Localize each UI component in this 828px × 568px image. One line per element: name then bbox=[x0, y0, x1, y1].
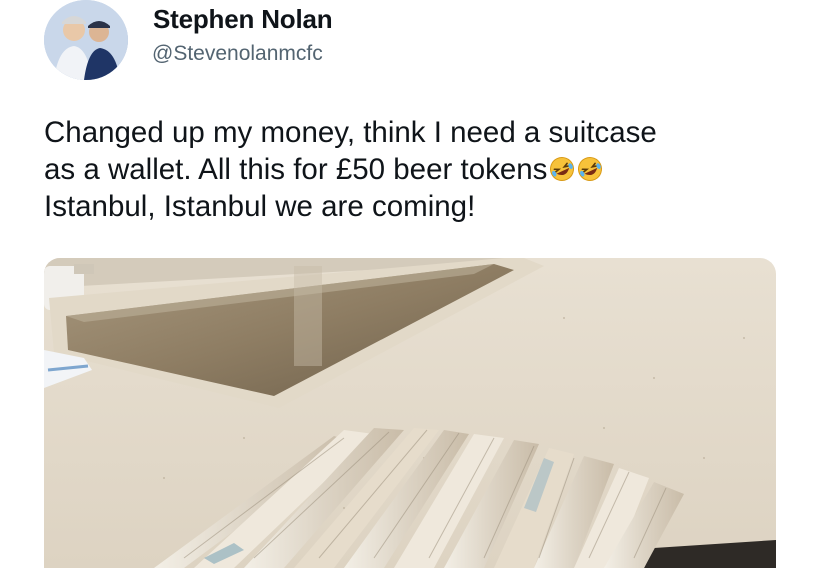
avatar[interactable] bbox=[44, 0, 128, 80]
tweet-photo[interactable] bbox=[44, 258, 776, 568]
tweet-text-line: Istanbul, Istanbul we are coming! bbox=[44, 190, 476, 223]
author-display-name[interactable]: Stephen Nolan bbox=[153, 4, 333, 35]
author-handle[interactable]: @Stevenolanmcfc bbox=[152, 42, 323, 66]
tweet-text-line: Changed up my money, think I need a suit… bbox=[44, 116, 657, 149]
rolling-on-floor-laughing-icon bbox=[578, 157, 603, 181]
profile-photo-icon bbox=[44, 0, 128, 80]
tweet-text-line: as a wallet. All this for £50 beer token… bbox=[44, 151, 804, 188]
tweet-text: Changed up my money, think I need a suit… bbox=[44, 114, 804, 225]
rolling-on-floor-laughing-icon bbox=[550, 157, 575, 181]
tweet-text-segment: as a wallet. All this for £50 beer token… bbox=[44, 153, 548, 186]
photo-banknotes-on-counter-icon bbox=[44, 258, 776, 568]
